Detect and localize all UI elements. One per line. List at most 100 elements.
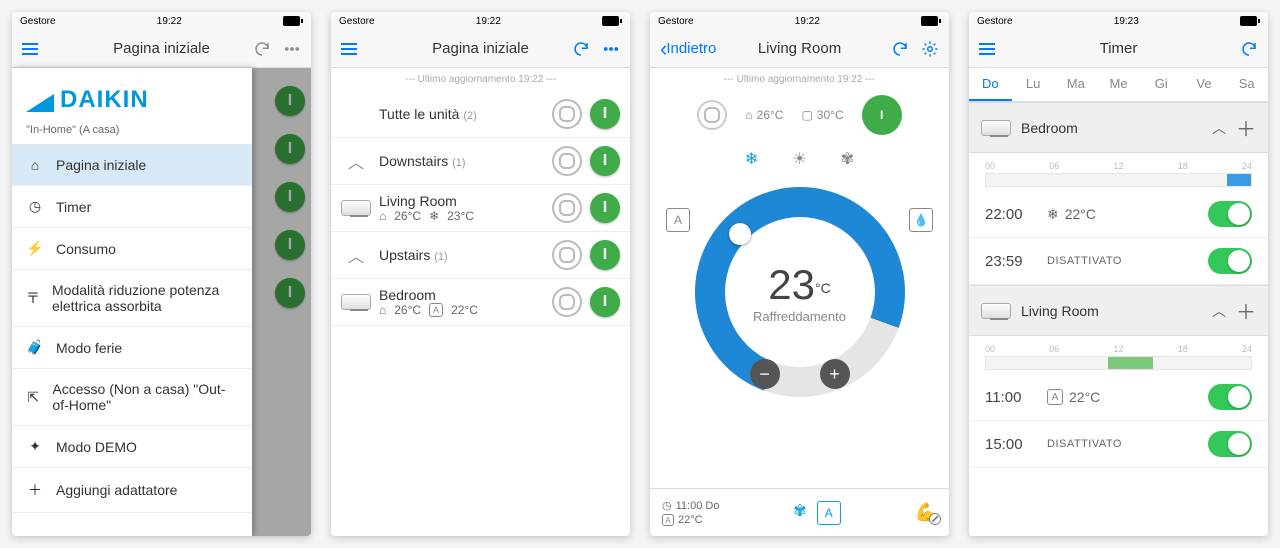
powerful-icon[interactable]: 💪	[915, 502, 937, 523]
sidebar-item-holiday[interactable]: 🧳 Modo ferie	[12, 327, 252, 369]
sidebar-item-outofhome[interactable]: ⇱ Accesso (Non a casa) "Out-of-Home"	[12, 369, 252, 426]
off-button[interactable]	[552, 240, 582, 270]
brand-logo: DAIKIN	[12, 68, 252, 124]
row-all-units[interactable]: Tutte le unità (2) I	[331, 91, 630, 138]
off-button[interactable]	[552, 287, 582, 317]
fan-icon[interactable]: ✾	[793, 501, 806, 525]
back-button[interactable]: Indietro	[660, 36, 716, 62]
refresh-icon[interactable]	[891, 40, 909, 58]
on-button[interactable]: I	[590, 99, 620, 129]
disabled-badge-icon	[929, 513, 941, 525]
toggle-switch[interactable]	[1208, 431, 1252, 457]
outdoor-temp: 30°C	[817, 108, 844, 122]
on-button[interactable]: I	[862, 95, 902, 135]
thermostat-dial[interactable]: 23°C Raffreddamento − +	[695, 187, 905, 397]
tick-label: 06	[1049, 344, 1059, 354]
row-group-upstairs[interactable]: ︿ Upstairs (1) I	[331, 232, 630, 279]
chevron-up-icon: ︿	[341, 149, 371, 173]
setpoint-value: 23	[768, 261, 815, 308]
page-title: Pagina iniziale	[401, 40, 560, 57]
dial-plus-minus: − +	[695, 359, 905, 389]
timer-row[interactable]: 15:00 DISATTIVATO	[969, 421, 1268, 468]
toggle-switch[interactable]	[1208, 248, 1252, 274]
sidebar-item-demo[interactable]: ✦ Modo DEMO	[12, 426, 252, 468]
off-button[interactable]	[552, 99, 582, 129]
minus-button[interactable]: −	[750, 359, 780, 389]
tick-label: 18	[1178, 161, 1188, 171]
screen-units-list: Gestore 19:22 Pagina iniziale --- Ultimo…	[331, 12, 630, 536]
clock-label: 19:23	[1114, 16, 1139, 27]
row-room-bedroom[interactable]: Bedroom ⌂26°C A22°C I	[331, 279, 630, 326]
refresh-icon[interactable]	[1240, 40, 1258, 58]
tab-day[interactable]: Do	[969, 68, 1012, 101]
auto-left-icon[interactable]: A	[666, 208, 690, 232]
room-header-living[interactable]: Living Room ︿ ＋	[969, 285, 1268, 336]
off-button[interactable]	[697, 100, 727, 130]
timer-row[interactable]: 11:00 A22°C	[969, 374, 1268, 421]
plus-button[interactable]: +	[820, 359, 850, 389]
demo-icon: ✦	[26, 438, 44, 455]
carrier-label: Gestore	[977, 16, 1013, 27]
room-name: Living Room	[379, 193, 544, 209]
on-button[interactable]: I	[590, 146, 620, 176]
sidebar-drawer: DAIKIN "In-Home" (A casa) ⌂ Pagina inizi…	[12, 68, 252, 536]
tab-day[interactable]: Sa	[1225, 68, 1268, 101]
clock-label: 19:22	[795, 16, 820, 27]
plug-icon: ⚡	[26, 240, 44, 257]
timeline-bar[interactable]	[985, 173, 1252, 187]
chevron-up-icon[interactable]: ︿	[1212, 118, 1226, 138]
tab-day[interactable]: Lu	[1012, 68, 1055, 101]
menu-icon[interactable]	[22, 43, 38, 55]
mode-heat-icon[interactable]: ☀	[792, 149, 806, 169]
on-button[interactable]: I	[590, 193, 620, 223]
row-group-downstairs[interactable]: ︿ Downstairs (1) I	[331, 138, 630, 185]
more-icon[interactable]	[602, 40, 620, 58]
timer-time: 23:59	[985, 253, 1035, 270]
refresh-icon[interactable]	[572, 40, 590, 58]
sidebar-item-power-reduction[interactable]: 〒 Modalità riduzione potenza elettrica a…	[12, 270, 252, 327]
toggle-switch[interactable]	[1208, 201, 1252, 227]
mode-fan-icon[interactable]: ✾	[841, 149, 854, 169]
sched-set: 22°C	[678, 514, 703, 526]
refresh-icon[interactable]	[253, 40, 271, 58]
toggle-switch[interactable]	[1208, 384, 1252, 410]
row-count: (2)	[463, 110, 476, 122]
sidebar-item-add-adapter[interactable]: ＋ Aggiungi adattatore	[12, 468, 252, 513]
sidebar-item-label: Modo DEMO	[56, 439, 137, 455]
add-button[interactable]: ＋	[1236, 296, 1256, 325]
on-button[interactable]: I	[590, 240, 620, 270]
last-update-label: --- Ultimo aggiornamento 19:22 ---	[650, 68, 949, 91]
mode-cool-icon[interactable]: ❄	[745, 149, 758, 169]
clock-label: 19:22	[157, 16, 182, 27]
chevron-up-icon[interactable]: ︿	[1212, 301, 1226, 321]
off-button[interactable]	[552, 146, 582, 176]
timer-row[interactable]: 23:59 DISATTIVATO	[969, 238, 1268, 285]
mode-label: Raffreddamento	[753, 309, 846, 324]
bottom-mode-icons: ✾ A	[793, 501, 840, 525]
sidebar-item-timer[interactable]: ◷ Timer	[12, 186, 252, 228]
timeline-bar[interactable]	[985, 356, 1252, 370]
room-header-bedroom[interactable]: Bedroom ︿ ＋	[969, 102, 1268, 153]
auto-icon[interactable]: A	[817, 501, 841, 525]
setpoint-unit: °C	[815, 279, 831, 295]
timer-row[interactable]: 22:00 ❄22°C	[969, 191, 1268, 238]
tab-day[interactable]: Ma	[1054, 68, 1097, 101]
more-icon[interactable]	[283, 40, 301, 58]
sidebar-item-consumo[interactable]: ⚡ Consumo	[12, 228, 252, 270]
dry-right-icon[interactable]: 💧	[909, 208, 933, 232]
on-button[interactable]: I	[590, 287, 620, 317]
tab-day[interactable]: Ve	[1183, 68, 1226, 101]
gear-icon[interactable]	[921, 40, 939, 58]
menu-icon[interactable]	[979, 43, 995, 55]
timeline-bedroom: 00 06 12 18 24	[969, 153, 1268, 191]
menu-icon[interactable]	[341, 43, 357, 55]
row-room-living[interactable]: Living Room ⌂26°C ❄23°C I	[331, 185, 630, 232]
outhome-icon: ⇱	[26, 389, 40, 406]
tick-label: 00	[985, 344, 995, 354]
tab-day[interactable]: Me	[1097, 68, 1140, 101]
sidebar-item-home[interactable]: ⌂ Pagina iniziale	[12, 145, 252, 186]
tab-day[interactable]: Gi	[1140, 68, 1183, 101]
off-button[interactable]	[552, 193, 582, 223]
add-button[interactable]: ＋	[1236, 113, 1256, 142]
bottom-bar: ◷11:00 Do A22°C ✾ A 💪	[650, 488, 949, 536]
